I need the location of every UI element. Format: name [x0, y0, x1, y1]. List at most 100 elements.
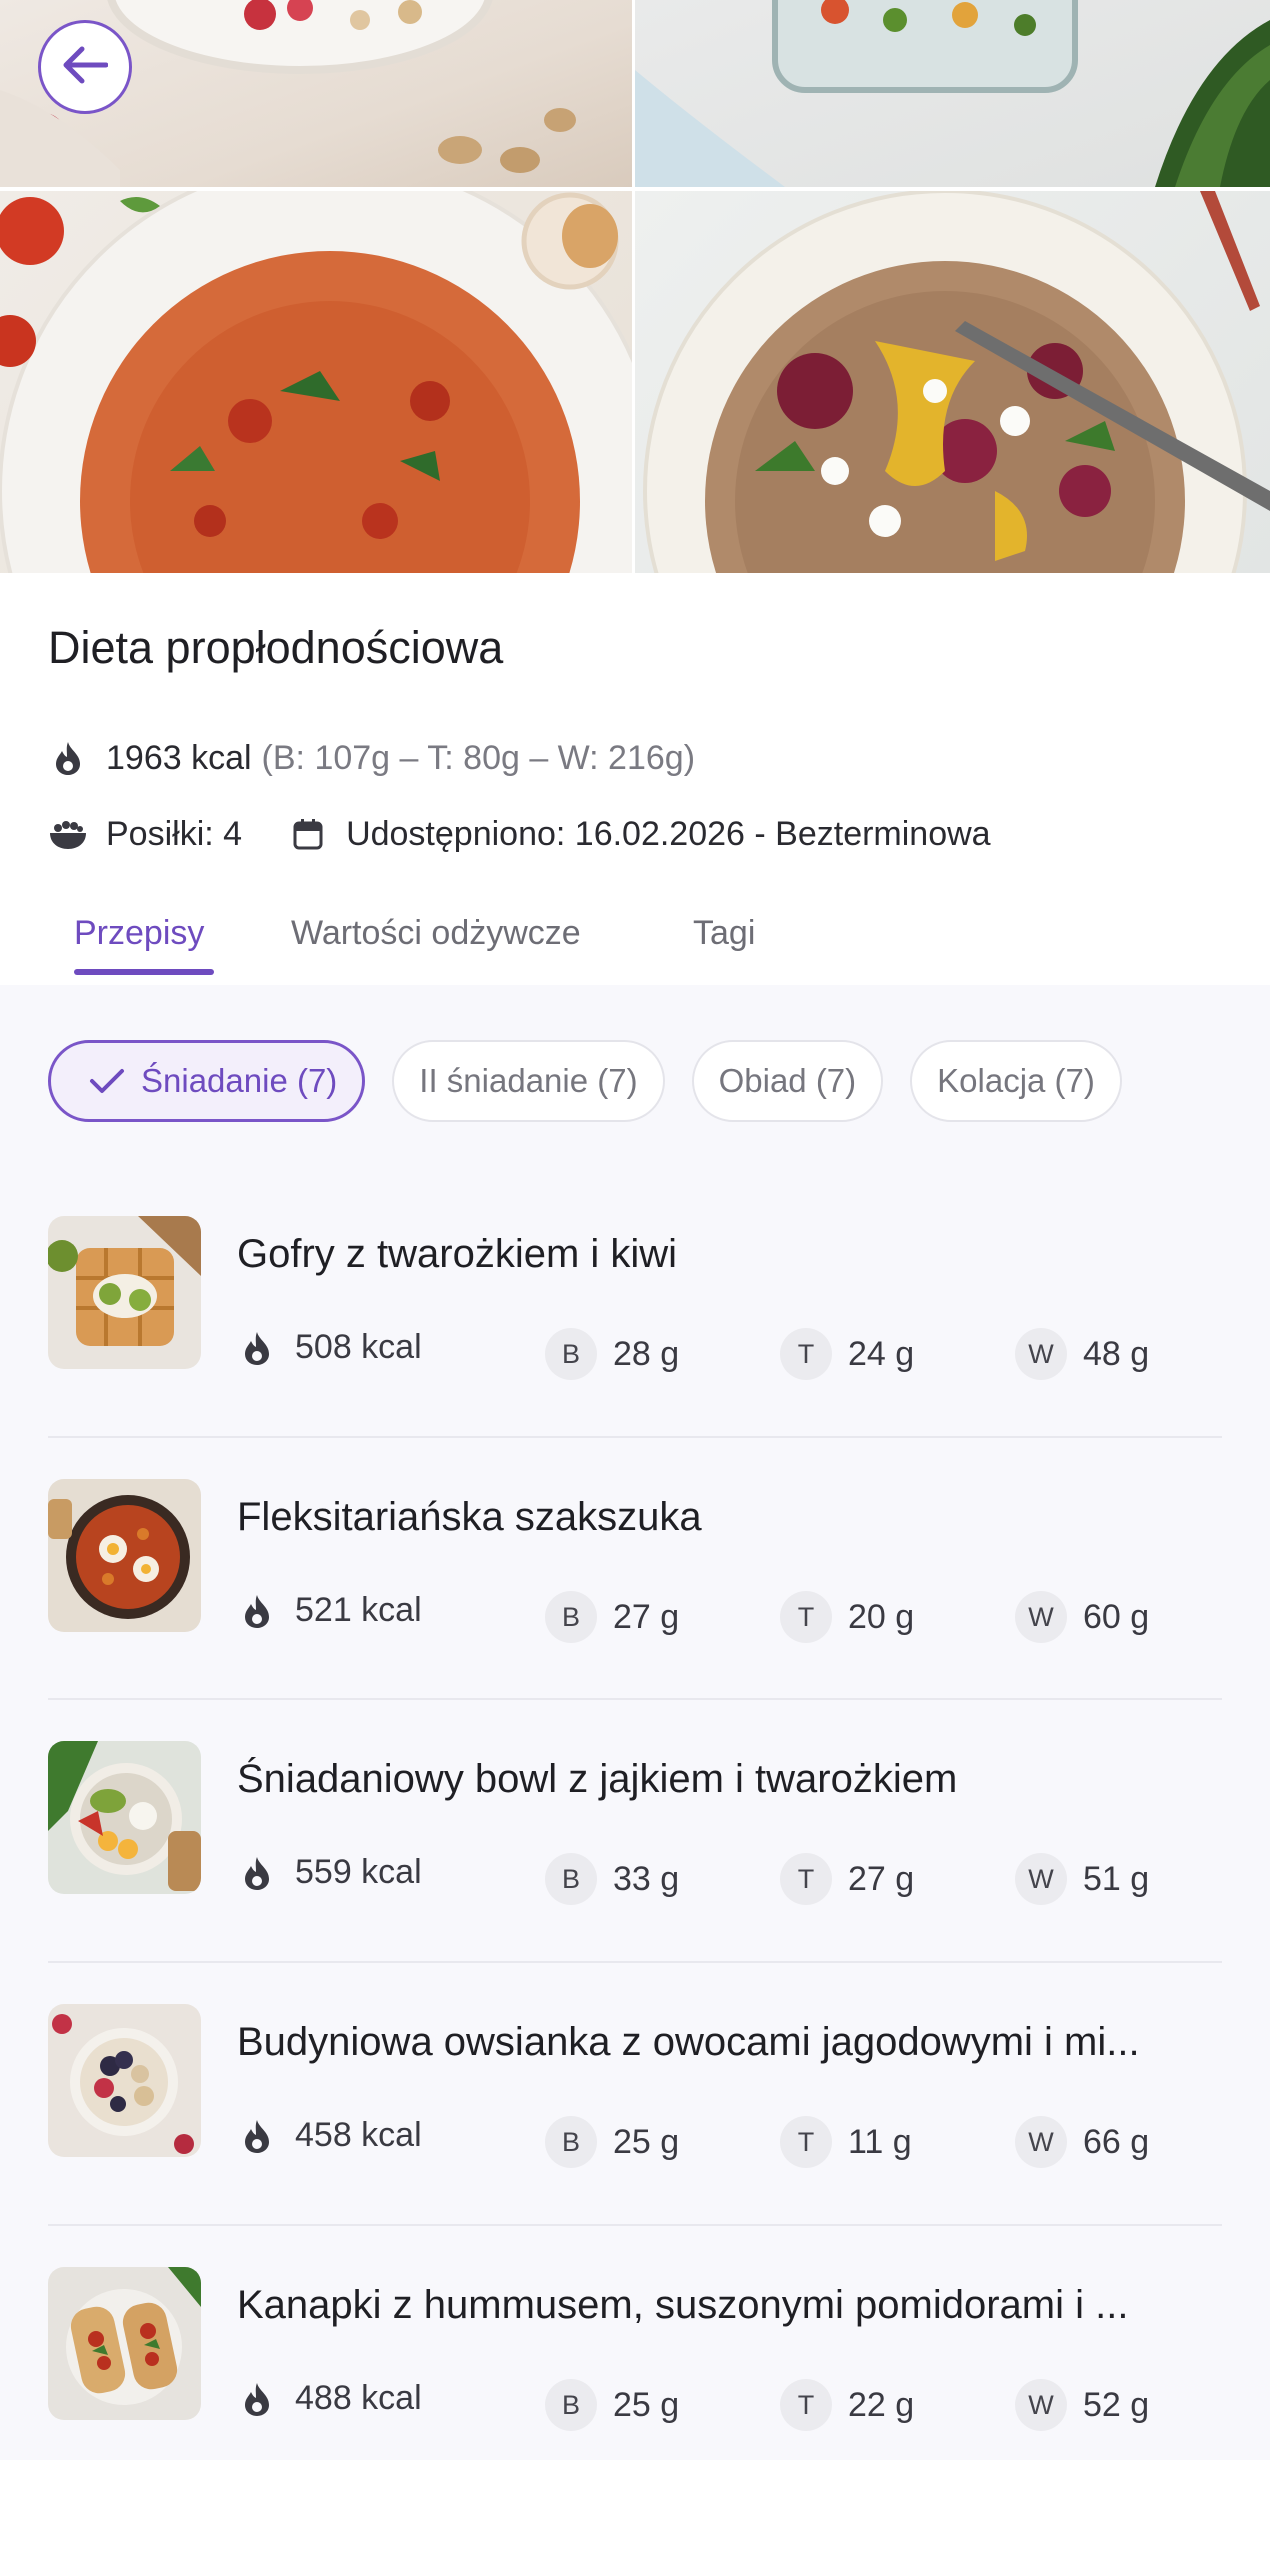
recipe-protein: B 33 g [545, 1853, 679, 1905]
back-button[interactable] [38, 20, 132, 114]
fat-value: 20 g [848, 1597, 915, 1636]
carbs-badge: W [1015, 1328, 1067, 1380]
protein-badge: B [545, 2379, 597, 2431]
recipe-carbs: W 48 g [1015, 1328, 1149, 1380]
recipe-thumbnail [48, 2267, 201, 2420]
flame-icon [241, 2118, 277, 2154]
recipe-carbs: W 51 g [1015, 1853, 1149, 1905]
recipe-name: Gofry z twarożkiem i kiwi [237, 1232, 678, 1276]
protein-value: 25 g [613, 2122, 680, 2161]
protein-value: 27 g [613, 1597, 680, 1636]
protein-badge: B [545, 2116, 597, 2168]
recipe-item[interactable]: Budyniowa owsianka z owocami jagodowymi … [48, 2004, 1222, 2168]
recipe-item[interactable]: Fleksitariańska szakszuka 521 kcal B 27 g… [48, 1479, 1222, 1643]
fat-badge: T [780, 2116, 832, 2168]
recipe-calories: 521 kcal [241, 1591, 422, 1630]
flame-icon [48, 738, 88, 778]
protein-badge: B [545, 1853, 597, 1905]
carbs-value: 52 g [1083, 2385, 1150, 2424]
active-tab-indicator [74, 969, 214, 975]
hero-image-collage [0, 0, 1270, 573]
fat-badge: T [780, 1591, 832, 1643]
recipe-fat: T 24 g [780, 1328, 914, 1380]
flame-icon [241, 1330, 277, 1366]
calories-value: 1963 kcal [106, 738, 252, 777]
protein-value: 33 g [613, 1859, 680, 1898]
fat-badge: T [780, 1853, 832, 1905]
flame-icon [241, 1593, 277, 1629]
calories-value: 508 kcal [295, 1328, 422, 1366]
recipe-protein: B 25 g [545, 2379, 679, 2431]
calories-value: 559 kcal [295, 1853, 422, 1891]
flame-icon [241, 2381, 277, 2417]
chip-breakfast[interactable]: Śniadanie (7) [48, 1040, 366, 1122]
carbs-badge: W [1015, 2379, 1067, 2431]
chip-second-breakfast[interactable]: II śniadanie (7) [392, 1040, 665, 1122]
carbs-value: 66 g [1083, 2122, 1150, 2161]
recipe-fat: T 20 g [780, 1591, 914, 1643]
calories-value: 458 kcal [295, 2116, 422, 2154]
divider [48, 1961, 1222, 1963]
chip-label: II śniadanie (7) [419, 1062, 638, 1099]
hero-photo-grain-bowl [635, 191, 1270, 573]
fat-badge: T [780, 1328, 832, 1380]
flame-icon [241, 1855, 277, 1891]
carbs-value: 60 g [1083, 1597, 1150, 1636]
page-title: Dieta propłodnościowa [48, 622, 504, 673]
recipe-protein: B 25 g [545, 2116, 679, 2168]
tab-nutrition[interactable]: Wartości odżywcze [291, 914, 581, 953]
recipe-protein: B 28 g [545, 1328, 679, 1380]
fat-value: 24 g [848, 1334, 915, 1373]
carbs-badge: W [1015, 2116, 1067, 2168]
fat-value: 22 g [848, 2385, 915, 2424]
meals-count: Posiłki: 4 [106, 814, 243, 853]
recipe-calories: 559 kcal [241, 1853, 422, 1892]
recipe-name: Śniadaniowy bowl z jajkiem i twarożkiem [237, 1757, 958, 1801]
recipe-protein: B 27 g [545, 1591, 679, 1643]
chip-label: Śniadanie (7) [141, 1062, 338, 1099]
chip-dinner[interactable]: Kolacja (7) [910, 1040, 1122, 1122]
recipe-thumbnail [48, 1216, 201, 1369]
macros-summary: (B: 107g – T: 80g – W: 216g) [261, 738, 696, 777]
recipe-calories: 458 kcal [241, 2116, 422, 2155]
calories-value: 488 kcal [295, 2379, 422, 2417]
divider [48, 1436, 1222, 1438]
back-arrow-icon [62, 45, 109, 90]
recipes-panel [0, 985, 1270, 2460]
protein-badge: B [545, 1328, 597, 1380]
protein-value: 28 g [613, 1334, 680, 1373]
carbs-value: 51 g [1083, 1859, 1150, 1898]
recipe-name: Fleksitariańska szakszuka [237, 1495, 702, 1539]
carbs-badge: W [1015, 1853, 1067, 1905]
recipe-name: Kanapki z hummusem, suszonymi pomidorami… [237, 2283, 1129, 2327]
recipe-calories: 508 kcal [241, 1328, 422, 1367]
carbs-badge: W [1015, 1591, 1067, 1643]
meal-filter-chips: Śniadanie (7) II śniadanie (7) Obiad (7)… [48, 1040, 1122, 1122]
chip-lunch[interactable]: Obiad (7) [691, 1040, 884, 1122]
recipe-thumbnail [48, 1479, 201, 1632]
recipe-thumbnail [48, 2004, 201, 2157]
recipe-carbs: W 66 g [1015, 2116, 1149, 2168]
recipe-carbs: W 52 g [1015, 2379, 1149, 2431]
recipe-carbs: W 60 g [1015, 1591, 1149, 1643]
protein-badge: B [545, 1591, 597, 1643]
tab-tags[interactable]: Tagi [693, 914, 755, 953]
hero-photo-risotto [0, 191, 632, 573]
divider [48, 2224, 1222, 2226]
recipe-item[interactable]: Śniadaniowy bowl z jajkiem i twarożkiem … [48, 1741, 1222, 1905]
plan-info: Posiłki: 4 Udostępniono: 16.02.2026 - Be… [48, 814, 991, 854]
tab-recipes[interactable]: Przepisy [74, 914, 204, 953]
recipe-item[interactable]: Kanapki z hummusem, suszonymi pomidorami… [48, 2267, 1222, 2431]
calendar-icon [288, 814, 328, 854]
fat-value: 27 g [848, 1859, 915, 1898]
recipe-thumbnail [48, 1741, 201, 1894]
fat-badge: T [780, 2379, 832, 2431]
protein-value: 25 g [613, 2385, 680, 2424]
recipe-item[interactable]: Gofry z twarożkiem i kiwi 508 kcal B 28 g… [48, 1216, 1222, 1380]
chip-label: Kolacja (7) [937, 1062, 1095, 1099]
recipe-calories: 488 kcal [241, 2379, 422, 2418]
calories-value: 521 kcal [295, 1591, 422, 1629]
divider [48, 1698, 1222, 1700]
recipe-fat: T 27 g [780, 1853, 914, 1905]
fat-value: 11 g [848, 2122, 912, 2161]
